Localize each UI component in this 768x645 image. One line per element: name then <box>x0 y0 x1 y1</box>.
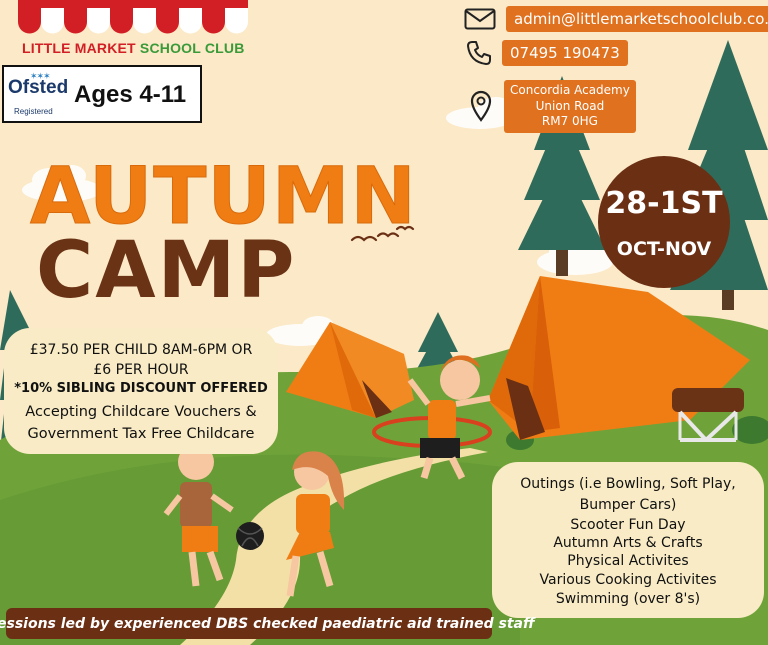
phone-icon <box>467 41 491 65</box>
address-line-3: RM7 0HG <box>541 114 598 129</box>
activity-item: Outings (i.e Bowling, Soft Play, <box>520 476 736 492</box>
envelope-icon <box>464 8 496 30</box>
school-club-logo: LITTLE MARKET SCHOOL CLUB <box>8 0 258 62</box>
vouchers-line: Accepting Childcare Vouchers & <box>25 404 257 420</box>
market-awning-icon <box>18 0 248 34</box>
phone-row: 07495 190473 <box>466 40 628 66</box>
title-camp: CAMP <box>36 226 297 316</box>
price-line: £6 PER HOUR <box>93 362 189 378</box>
activity-item: Physical Activites <box>567 553 689 569</box>
ofsted-ages-badge: ✶✶✶ Ofsted Registered Ages 4-11 <box>2 65 202 123</box>
address-block: Concordia Academy Union Road RM7 0HG <box>504 80 636 133</box>
activity-item: Scooter Fun Day <box>570 517 686 533</box>
price-line: £37.50 PER CHILD 8AM-6PM OR <box>29 342 253 358</box>
activity-item: Autumn Arts & Crafts <box>553 535 703 551</box>
tax-free-line: Government Tax Free Childcare <box>27 426 255 442</box>
address-line-2: Union Road <box>535 98 605 113</box>
ages-label: Ages 4-11 <box>74 81 187 108</box>
logo-school-club: SCHOOL CLUB <box>139 40 245 56</box>
sibling-discount: *10% SIBLING DISCOUNT OFFERED <box>14 381 268 396</box>
activity-item: Bumper Cars) <box>579 497 677 513</box>
email-link[interactable]: admin@littlemarketschoolclub.co.uk <box>506 6 768 32</box>
activity-item: Various Cooking Activites <box>539 572 717 588</box>
autumn-camp-poster: LITTLE MARKET SCHOOL CLUB ✶✶✶ Ofsted Reg… <box>0 0 768 645</box>
pricing-panel: £37.50 PER CHILD 8AM-6PM OR £6 PER HOUR … <box>4 328 278 454</box>
ofsted-logo: Ofsted <box>8 77 69 98</box>
date-badge: 28-1ST OCT-NOV <box>598 156 730 288</box>
location-pin-icon <box>470 91 492 123</box>
ofsted-registered-label: Registered <box>14 107 53 116</box>
phone-link[interactable]: 07495 190473 <box>502 40 628 66</box>
address-line-1: Concordia Academy <box>510 83 630 97</box>
logo-wordmark: LITTLE MARKET SCHOOL CLUB <box>22 40 245 56</box>
email-row: admin@littlemarketschoolclub.co.uk <box>464 6 768 32</box>
address-row: Concordia Academy Union Road RM7 0HG <box>470 80 636 133</box>
activities-panel: Outings (i.e Bowling, Soft Play, Bumper … <box>492 462 764 618</box>
activity-item: Swimming (over 8's) <box>555 591 701 607</box>
staff-banner: All sessions led by experienced DBS chec… <box>0 608 535 639</box>
date-months: OCT-NOV <box>616 238 712 260</box>
logo-little-market: LITTLE MARKET <box>22 40 136 56</box>
date-range: 28-1ST <box>605 186 723 221</box>
